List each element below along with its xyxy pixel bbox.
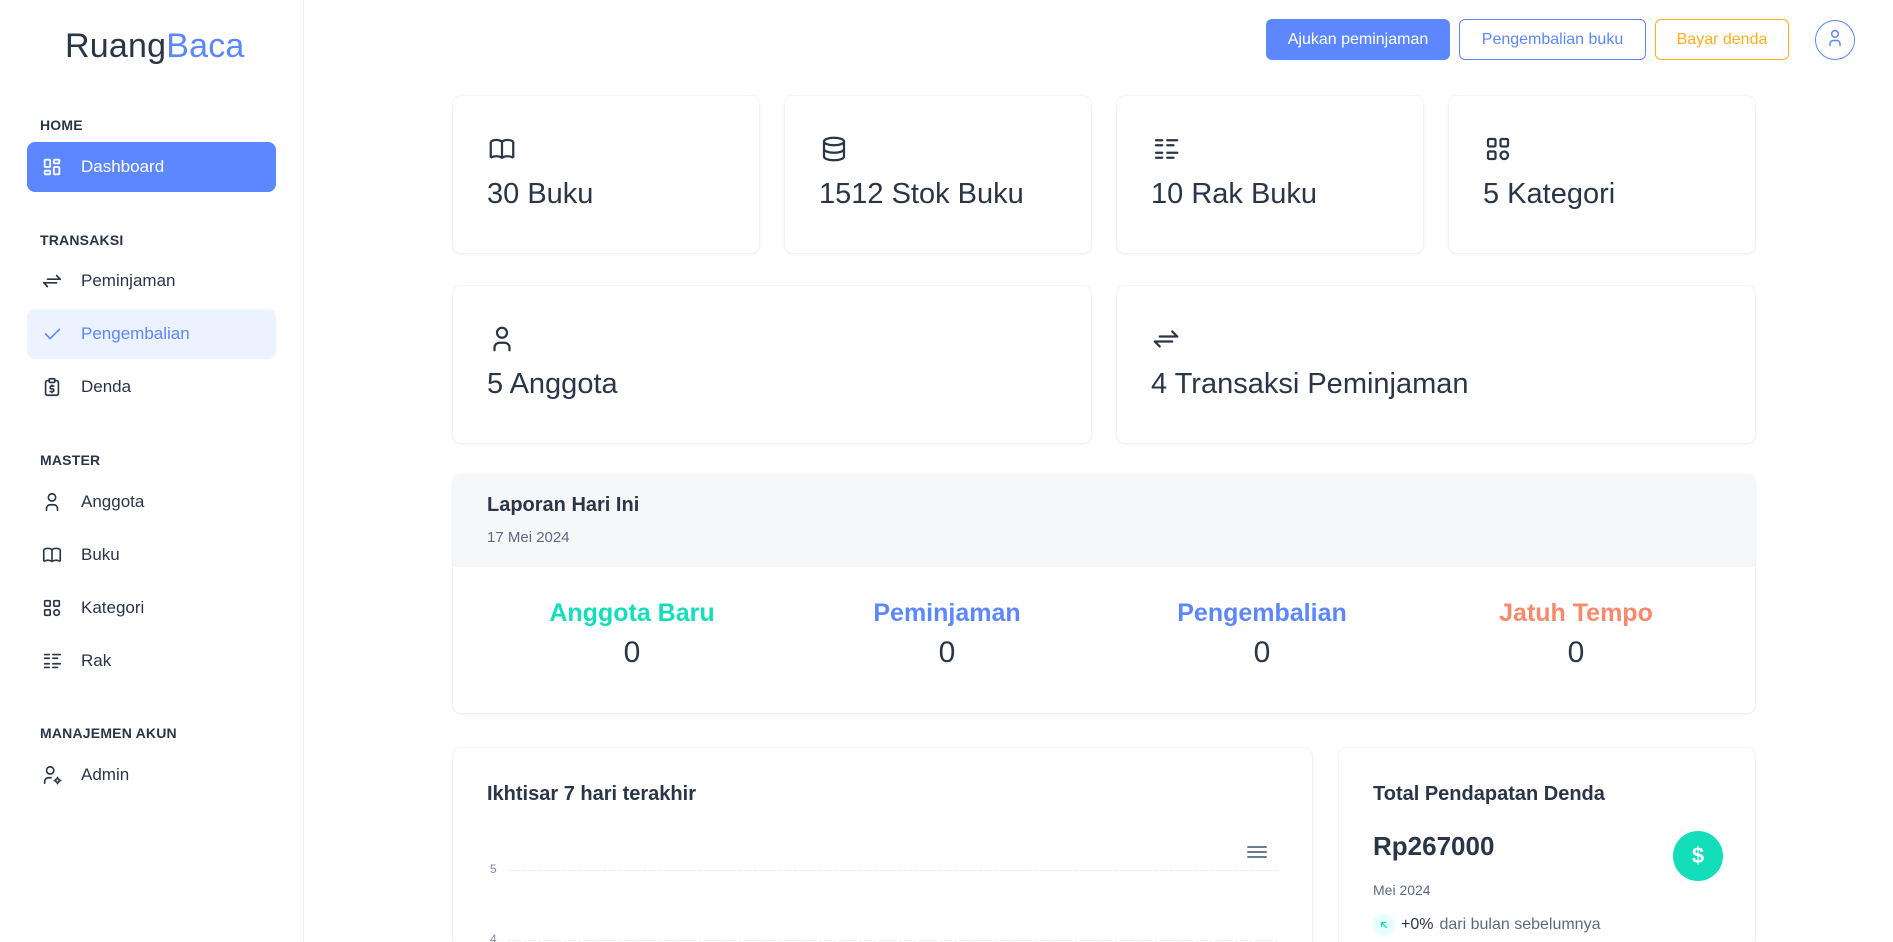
- stat-card-shelves: 10 Rak Buku: [1117, 96, 1423, 253]
- fines-amount: Rp267000: [1373, 831, 1495, 861]
- stat-value: 5 Kategori: [1483, 178, 1616, 210]
- report-title: Laporan Hari Ini: [487, 494, 640, 516]
- list-details-icon: [41, 650, 63, 672]
- book-icon: [487, 134, 517, 164]
- sidebar-item-label: Admin: [81, 765, 130, 784]
- category-icon: [1483, 134, 1513, 164]
- sidebar-item-pengembalian[interactable]: Pengembalian: [27, 309, 276, 359]
- fines-change: +0% dari bulan sebelumnya: [1373, 914, 1600, 936]
- metric-returns: Pengembalian 0: [1112, 599, 1412, 670]
- stat-value: 1512 Stok Buku: [819, 178, 1024, 210]
- book-icon: [41, 544, 63, 566]
- borrow-request-button[interactable]: Ajukan peminjaman: [1266, 19, 1450, 60]
- grid-line: [508, 940, 1278, 941]
- chart-menu-icon[interactable]: [1246, 844, 1268, 860]
- user-icon: [41, 491, 63, 513]
- sidebar-item-dashboard[interactable]: Dashboard: [27, 142, 276, 192]
- fines-change-text: dari bulan sebelumnya: [1439, 916, 1601, 933]
- stat-card-stock: 1512 Stok Buku: [785, 96, 1091, 253]
- sidebar-item-kategori[interactable]: Kategori: [27, 583, 276, 633]
- report-date: 17 Mei 2024: [487, 529, 570, 546]
- list-details-icon: [1151, 134, 1181, 164]
- metric-new-members: Anggota Baru 0: [482, 599, 782, 670]
- today-report-card: Laporan Hari Ini 17 Mei 2024 Anggota Bar…: [453, 475, 1755, 713]
- dollar-icon: $: [1673, 831, 1723, 881]
- fines-title: Total Pendapatan Denda: [1373, 783, 1605, 805]
- sidebar-item-denda[interactable]: Denda: [27, 362, 276, 412]
- metric-value: 0: [623, 636, 641, 669]
- dashboard-icon: [41, 156, 63, 178]
- sidebar-item-admin[interactable]: Admin: [27, 750, 276, 800]
- category-icon: [41, 597, 63, 619]
- arrows-exchange-icon: [1151, 324, 1181, 354]
- metric-value: 0: [1253, 636, 1271, 669]
- section-transaksi: TRANSAKSI: [40, 232, 124, 248]
- metric-label: Peminjaman: [873, 599, 1021, 627]
- sidebar-item-label: Peminjaman: [81, 271, 176, 290]
- user-cog-icon: [41, 764, 63, 786]
- section-master: MASTER: [40, 452, 101, 468]
- sidebar-item-rak[interactable]: Rak: [27, 636, 276, 686]
- report-header: Laporan Hari Ini 17 Mei 2024: [453, 475, 1755, 567]
- fines-month: Mei 2024: [1373, 882, 1431, 898]
- stat-value: 30 Buku: [487, 178, 594, 210]
- sidebar-item-peminjaman[interactable]: Peminjaman: [27, 256, 276, 306]
- overview-chart-card: Ikhtisar 7 hari terakhir 5 4: [453, 748, 1312, 942]
- y-tick: 5: [490, 862, 497, 876]
- return-book-button[interactable]: Pengembalian buku: [1459, 19, 1646, 60]
- brand-part-2: Baca: [166, 27, 245, 65]
- sidebar-item-label: Pengembalian: [81, 324, 190, 343]
- sidebar-item-label: Kategori: [81, 598, 145, 617]
- check-icon: [41, 323, 63, 345]
- sidebar-item-label: Buku: [81, 545, 120, 564]
- stat-card-transactions: 4 Transaksi Peminjaman: [1117, 286, 1755, 443]
- stat-value: 4 Transaksi Peminjaman: [1151, 368, 1469, 400]
- stat-card-books: 30 Buku: [453, 96, 759, 253]
- chart-title: Ikhtisar 7 hari terakhir: [487, 783, 696, 805]
- fines-card: Total Pendapatan Denda Rp267000 Mei 2024…: [1339, 748, 1755, 942]
- section-manajemen-akun: MANAJEMEN AKUN: [40, 725, 177, 741]
- database-icon: [819, 134, 849, 164]
- y-tick: 4: [490, 932, 497, 942]
- user-icon: [1825, 28, 1845, 53]
- metric-value: 0: [938, 636, 956, 669]
- metric-due: Jatuh Tempo 0: [1426, 599, 1726, 670]
- stat-value: 5 Anggota: [487, 368, 618, 400]
- metric-label: Anggota Baru: [549, 599, 715, 627]
- sidebar-item-label: Rak: [81, 651, 112, 670]
- sidebar-item-buku[interactable]: Buku: [27, 530, 276, 580]
- sidebar: RuangBaca HOME Dashboard TRANSAKSI Pemin…: [0, 0, 304, 942]
- clipboard-dollar-icon: [41, 376, 63, 398]
- sidebar-item-label: Anggota: [81, 492, 145, 511]
- metric-label: Jatuh Tempo: [1499, 599, 1653, 627]
- brand-logo[interactable]: RuangBaca: [65, 27, 245, 66]
- section-home: HOME: [40, 117, 83, 133]
- grid-line: [508, 870, 1278, 871]
- sidebar-item-label: Dashboard: [81, 157, 165, 176]
- arrow-up-left-icon: [1373, 914, 1395, 936]
- fines-change-pct: +0%: [1401, 916, 1434, 933]
- stat-card-categories: 5 Kategori: [1449, 96, 1755, 253]
- arrows-exchange-icon: [41, 270, 63, 292]
- metric-borrowings: Peminjaman 0: [797, 599, 1097, 670]
- sidebar-item-anggota[interactable]: Anggota: [27, 477, 276, 527]
- pay-fine-button[interactable]: Bayar denda: [1655, 19, 1789, 60]
- user-icon: [487, 324, 517, 354]
- sidebar-item-label: Denda: [81, 377, 132, 396]
- metric-value: 0: [1567, 636, 1585, 669]
- metric-label: Pengembalian: [1177, 599, 1347, 627]
- brand-part-1: Ruang: [65, 27, 167, 65]
- stat-value: 10 Rak Buku: [1151, 178, 1318, 210]
- stat-card-members: 5 Anggota: [453, 286, 1091, 443]
- profile-avatar[interactable]: [1815, 20, 1855, 60]
